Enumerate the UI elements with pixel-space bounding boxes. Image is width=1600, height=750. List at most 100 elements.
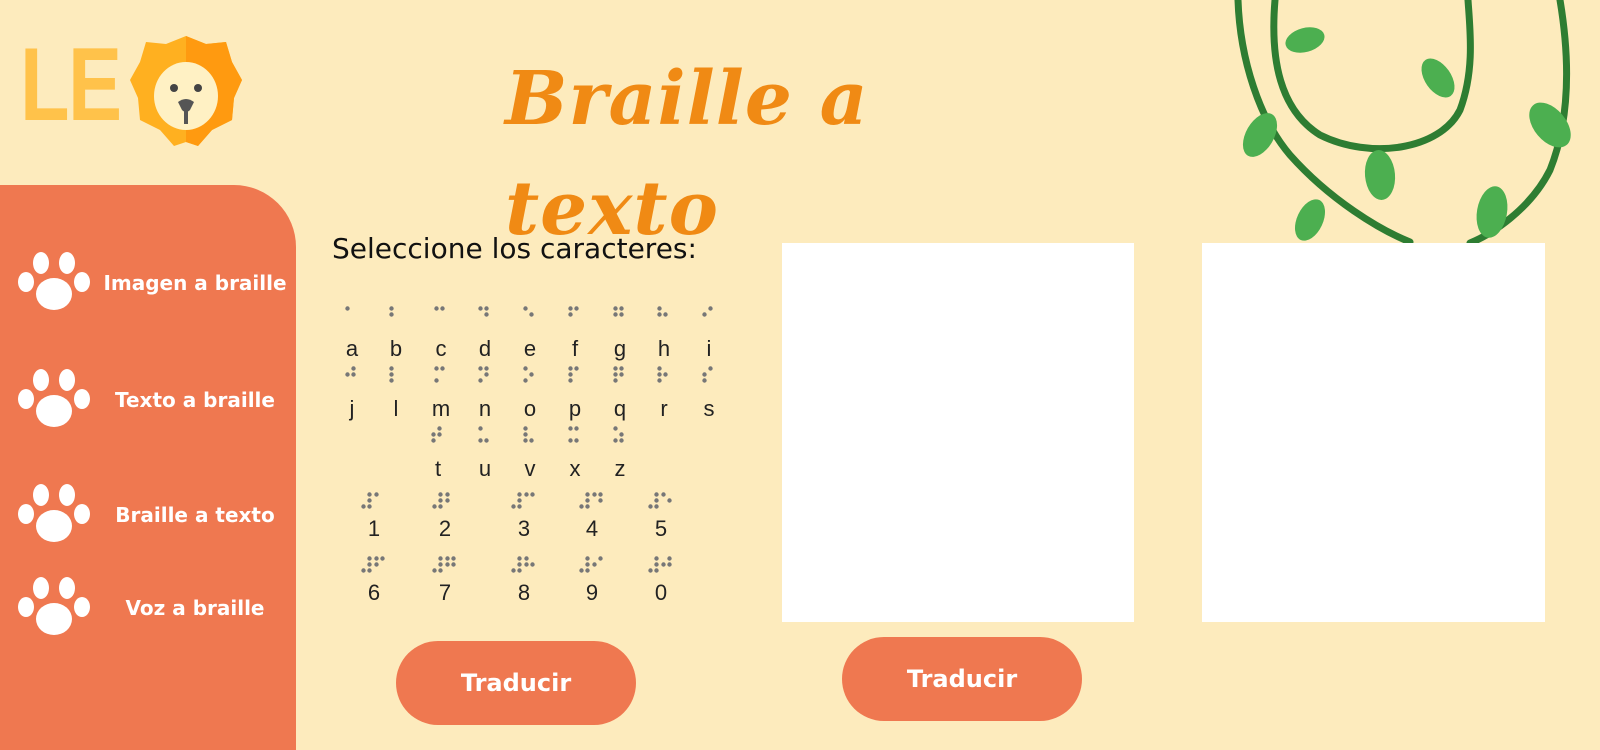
lion-icon	[130, 36, 242, 146]
braille-dots-icon	[434, 366, 445, 383]
braille-letter-n[interactable]: n	[467, 366, 503, 428]
braille-char-label: c	[435, 336, 447, 361]
braille-number-5[interactable]: 5	[631, 492, 691, 552]
braille-letter-q[interactable]: q	[602, 366, 638, 428]
braille-letter-t[interactable]: t	[420, 426, 456, 488]
braille-number-6[interactable]: 6	[344, 556, 404, 616]
braille-char-label: j	[349, 396, 355, 421]
braille-char-label: 5	[654, 516, 668, 541]
braille-dots-icon	[613, 426, 624, 443]
braille-letter-h[interactable]: h	[646, 306, 682, 368]
braille-dots-icon	[361, 492, 379, 509]
braille-dots-icon	[579, 556, 603, 573]
braille-char-label: q	[613, 396, 627, 421]
braille-char-label: x	[569, 456, 581, 481]
braille-dots-icon	[523, 366, 534, 383]
braille-char-label: 4	[585, 516, 599, 541]
braille-letter-u[interactable]: u	[467, 426, 503, 488]
sidebar-item-label: Braille a texto	[115, 503, 275, 527]
braille-letter-o[interactable]: o	[512, 366, 548, 428]
braille-char-label: 0	[654, 580, 668, 605]
braille-char-label: 6	[367, 580, 381, 605]
braille-letter-f[interactable]: f	[557, 306, 593, 368]
braille-dots-icon	[568, 366, 579, 383]
braille-dots-icon	[389, 366, 394, 383]
braille-char-label: h	[657, 336, 671, 361]
sidebar-item-imagen-a-braille[interactable]: Imagen a braille	[0, 250, 296, 316]
braille-char-label: d	[478, 336, 492, 361]
braille-char-label: o	[523, 396, 537, 421]
braille-dots-icon	[702, 306, 713, 317]
braille-char-label: g	[613, 336, 627, 361]
translate-output-button[interactable]: Traducir	[842, 637, 1082, 721]
braille-number-3[interactable]: 3	[494, 492, 554, 552]
braille-char-label: e	[523, 336, 537, 361]
translate-button[interactable]: Traducir	[396, 641, 636, 725]
braille-char-label: s	[703, 396, 715, 421]
braille-letter-p[interactable]: p	[557, 366, 593, 428]
sidebar-item-label: Voz a braille	[125, 596, 265, 620]
sidebar-item-label: Texto a braille	[115, 388, 275, 412]
braille-dots-icon	[568, 426, 579, 443]
braille-char-label: p	[568, 396, 582, 421]
braille-char-label: m	[431, 396, 451, 421]
braille-char-label: n	[478, 396, 492, 421]
braille-letter-a[interactable]: a	[334, 306, 370, 368]
braille-dots-icon	[702, 366, 713, 383]
paw-icon	[18, 369, 90, 427]
braille-letter-z[interactable]: z	[602, 426, 638, 488]
braille-number-1[interactable]: 1	[344, 492, 404, 552]
braille-char-label: f	[571, 336, 579, 361]
braille-dots-icon	[345, 366, 356, 377]
braille-letter-e[interactable]: e	[512, 306, 548, 368]
braille-letter-j[interactable]: j	[334, 366, 370, 428]
braille-letter-l[interactable]: l	[378, 366, 414, 428]
braille-letter-g[interactable]: g	[602, 306, 638, 368]
braille-letter-s[interactable]: s	[691, 366, 727, 428]
sidebar-item-texto-a-braille[interactable]: Texto a braille	[0, 367, 296, 433]
braille-char-label: r	[660, 396, 668, 421]
braille-dots-icon	[613, 306, 624, 317]
sidebar-item-label: Imagen a braille	[103, 271, 287, 295]
vines-decoration	[1234, 0, 1571, 245]
braille-dots-icon	[657, 366, 668, 383]
braille-number-7[interactable]: 7	[415, 556, 475, 616]
sidebar: Imagen a braille Texto a braille Braille…	[0, 185, 296, 750]
sidebar-item-voz-a-braille[interactable]: Voz a braille	[0, 575, 296, 641]
braille-input-panel[interactable]	[782, 243, 1134, 622]
braille-char-label: 7	[438, 580, 452, 605]
braille-letter-d[interactable]: d	[467, 306, 503, 368]
braille-char-label: 9	[585, 580, 599, 605]
braille-letter-r[interactable]: r	[646, 366, 682, 428]
braille-dots-icon	[478, 426, 489, 443]
braille-letter-c[interactable]: c	[423, 306, 459, 368]
braille-number-2[interactable]: 2	[415, 492, 475, 552]
braille-number-9[interactable]: 9	[562, 556, 622, 616]
logo-text: LE	[20, 27, 122, 143]
braille-dots-icon	[523, 306, 534, 317]
braille-dots-icon	[579, 492, 603, 509]
braille-letter-v[interactable]: v	[512, 426, 548, 488]
braille-dots-icon	[523, 426, 534, 443]
braille-letter-b[interactable]: b	[378, 306, 414, 368]
braille-letter-m[interactable]: m	[423, 366, 459, 428]
braille-dots-icon	[345, 306, 350, 311]
braille-char-label: z	[614, 456, 626, 481]
braille-dots-icon	[434, 306, 445, 311]
braille-number-0[interactable]: 0	[631, 556, 691, 616]
braille-char-label: b	[389, 336, 403, 361]
braille-number-8[interactable]: 8	[494, 556, 554, 616]
braille-number-4[interactable]: 4	[562, 492, 622, 552]
braille-dots-icon	[648, 556, 672, 573]
sidebar-item-braille-a-texto[interactable]: Braille a texto	[0, 482, 296, 548]
braille-dots-icon	[431, 426, 442, 443]
braille-char-label: 3	[517, 516, 531, 541]
braille-dots-icon	[432, 556, 456, 573]
braille-letter-x[interactable]: x	[557, 426, 593, 488]
logo: LE	[20, 30, 250, 150]
braille-dots-icon	[389, 306, 394, 317]
braille-letter-i[interactable]: i	[691, 306, 727, 368]
braille-dots-icon	[568, 306, 579, 317]
braille-char-label: a	[345, 336, 359, 361]
paw-icon	[18, 577, 90, 635]
